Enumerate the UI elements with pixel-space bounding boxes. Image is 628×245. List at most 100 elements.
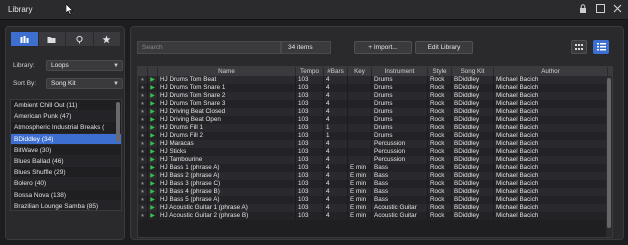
favorite-star-icon[interactable]: ★ bbox=[138, 196, 148, 204]
play-icon[interactable]: ▶ bbox=[148, 172, 158, 180]
favorite-star-icon[interactable]: ★ bbox=[138, 148, 148, 156]
song-kit-item[interactable]: Ambient Chill Out (11) bbox=[11, 100, 121, 112]
column-header[interactable]: Author bbox=[494, 67, 608, 76]
play-icon[interactable]: ▶ bbox=[148, 180, 158, 188]
favorite-star-icon[interactable]: ★ bbox=[138, 100, 148, 108]
play-icon[interactable]: ▶ bbox=[148, 100, 158, 108]
song-kit-item[interactable]: Blues Shuffle (29) bbox=[11, 167, 121, 179]
play-icon[interactable]: ▶ bbox=[148, 212, 158, 220]
favorite-star-icon[interactable]: ★ bbox=[138, 116, 148, 124]
table-scrollbar[interactable] bbox=[606, 76, 612, 237]
song-kit-item[interactable]: Blues Ballad (46) bbox=[11, 155, 121, 168]
lock-icon[interactable] bbox=[577, 4, 589, 16]
favorite-star-icon[interactable]: ★ bbox=[138, 156, 148, 164]
play-icon[interactable]: ▶ bbox=[148, 156, 158, 164]
favorite-star-icon[interactable]: ★ bbox=[138, 212, 148, 220]
song-kit-item[interactable]: Brazilian Lounge Samba (85) bbox=[11, 200, 121, 210]
play-icon[interactable]: ▶ bbox=[148, 108, 158, 116]
play-icon[interactable]: ▶ bbox=[148, 196, 158, 204]
favorite-star-icon[interactable]: ★ bbox=[138, 132, 148, 140]
table-row[interactable]: ★ ▶ HJ Bass 5 (phrase A) 103 4 E min Bass Rock B… bbox=[138, 196, 612, 204]
sort-select[interactable]: Song Kit ▼ bbox=[46, 78, 123, 89]
play-icon[interactable]: ▶ bbox=[148, 140, 158, 148]
table-row[interactable]: ★ ▶ HJ Sticks 103 4 Percussion Rock BDiddley Mic… bbox=[138, 148, 612, 156]
play-icon[interactable]: ▶ bbox=[148, 204, 158, 212]
cell-key bbox=[348, 140, 372, 148]
column-header[interactable] bbox=[138, 67, 148, 76]
edit-library-button[interactable]: Edit Library bbox=[415, 41, 473, 54]
favorite-star-icon[interactable]: ★ bbox=[138, 140, 148, 148]
tab-loops[interactable] bbox=[11, 32, 39, 46]
column-header[interactable] bbox=[148, 67, 158, 76]
play-icon[interactable]: ▶ bbox=[148, 84, 158, 92]
tab-favorites[interactable] bbox=[93, 32, 121, 46]
table-row[interactable]: ★ ▶ HJ Acoustic Guitar 1 (phrase A) 103 4 E m… bbox=[138, 204, 612, 212]
play-icon[interactable]: ▶ bbox=[148, 164, 158, 172]
table-row[interactable]: ★ ▶ HJ Driving Beat Closed 103 4 Drums Rock BDi… bbox=[138, 108, 612, 116]
column-header[interactable]: Key bbox=[348, 67, 372, 76]
column-header[interactable]: Tempo bbox=[296, 67, 324, 76]
play-icon[interactable]: ▶ bbox=[148, 124, 158, 132]
search-input[interactable]: Search bbox=[137, 41, 281, 54]
favorite-star-icon[interactable]: ★ bbox=[138, 92, 148, 100]
table-row[interactable]: ★ ▶ HJ Bass 2 (phrase A) 103 4 E min Bass Rock B… bbox=[138, 172, 612, 180]
song-kit-item[interactable]: Bolero (40) bbox=[11, 178, 121, 190]
favorite-star-icon[interactable]: ★ bbox=[138, 84, 148, 92]
cell-bars: 1 bbox=[324, 132, 348, 140]
song-kit-item[interactable]: BitWave (30) bbox=[11, 145, 121, 156]
table-row[interactable]: ★ ▶ HJ Driving Beat Open 103 4 Drums Rock BDidd… bbox=[138, 116, 612, 124]
table-row[interactable]: ★ ▶ HJ Bass 3 (phrase C) 103 4 E min Bass Rock B… bbox=[138, 180, 612, 188]
favorite-star-icon[interactable]: ★ bbox=[138, 180, 148, 188]
song-kit-item[interactable]: BDiddley (34) bbox=[11, 133, 121, 145]
play-icon[interactable]: ▶ bbox=[148, 132, 158, 140]
tab-instruments[interactable] bbox=[66, 32, 94, 46]
library-select[interactable]: Loops ▼ bbox=[46, 60, 123, 71]
table-row[interactable]: ★ ▶ HJ Drums Tom Snare 3 103 4 Drums Rock BDidd… bbox=[138, 100, 612, 108]
list-view-button[interactable] bbox=[593, 40, 609, 54]
favorite-star-icon[interactable]: ★ bbox=[138, 172, 148, 180]
song-kit-item[interactable]: Bossa Nova (138) bbox=[11, 190, 121, 201]
table-row[interactable]: ★ ▶ HJ Acoustic Guitar 2 (phrase B) 103 4 E m… bbox=[138, 212, 612, 220]
column-header[interactable]: Style bbox=[428, 67, 452, 76]
favorite-star-icon[interactable]: ★ bbox=[138, 204, 148, 212]
table-row[interactable]: ★ ▶ HJ Drums Fill 1 103 1 Drums Rock BDiddley Mi… bbox=[138, 124, 612, 132]
table-row[interactable]: ★ ▶ HJ Tambourine 103 4 Percussion Rock BDiddle… bbox=[138, 156, 612, 164]
song-kit-item[interactable]: Atmospheric Industrial Breaks ( bbox=[11, 122, 121, 134]
kit-list-scrollbar[interactable] bbox=[116, 102, 120, 142]
song-kit-list: Ambient Chill Out (11) American Punk (47)… bbox=[10, 99, 122, 211]
column-header[interactable]: Song Kit bbox=[452, 67, 494, 76]
table-row[interactable]: ★ ▶ HJ Bass 1 (phrase A) 103 4 E min Bass Rock B… bbox=[138, 164, 612, 172]
column-header[interactable]: #Bars bbox=[324, 67, 348, 76]
table-row[interactable]: ★ ▶ HJ Maracas 103 4 Percussion Rock BDiddley Mi… bbox=[138, 140, 612, 148]
table-row[interactable]: ★ ▶ HJ Bass 4 (phrase B) 103 4 E min Bass Rock B… bbox=[138, 188, 612, 196]
maximize-icon[interactable] bbox=[594, 4, 606, 16]
play-icon[interactable]: ▶ bbox=[148, 76, 158, 84]
cell-bars: 4 bbox=[324, 108, 348, 116]
cell-bars: 4 bbox=[324, 148, 348, 156]
play-icon[interactable]: ▶ bbox=[148, 116, 158, 124]
table-row[interactable]: ★ ▶ HJ Drums Tom Snare 1 103 4 Drums Rock BDidd… bbox=[138, 84, 612, 92]
column-header[interactable]: Instrument bbox=[372, 67, 428, 76]
cell-tempo: 103 bbox=[296, 100, 324, 108]
song-kit-item[interactable]: American Punk (47) bbox=[11, 111, 121, 123]
play-icon[interactable]: ▶ bbox=[148, 148, 158, 156]
favorite-star-icon[interactable]: ★ bbox=[138, 76, 148, 84]
grid-view-button[interactable] bbox=[571, 40, 587, 54]
table-row[interactable]: ★ ▶ HJ Drums Tom Beat 103 4 Drums Rock BDiddley… bbox=[138, 76, 612, 84]
table-row[interactable]: ★ ▶ HJ Drums Fill 2 103 1 Drums Rock BDiddley Mi… bbox=[138, 132, 612, 140]
cell-bars: 4 bbox=[324, 76, 348, 84]
favorite-star-icon[interactable]: ★ bbox=[138, 164, 148, 172]
play-icon[interactable]: ▶ bbox=[148, 92, 158, 100]
cell-loop-name: HJ Drums Fill 1 bbox=[158, 124, 296, 132]
table-row[interactable]: ★ ▶ HJ Drums Tom Snare 2 103 4 Drums Rock BDidd… bbox=[138, 92, 612, 100]
tab-folders[interactable] bbox=[38, 32, 66, 46]
column-header[interactable]: Name bbox=[158, 67, 296, 76]
favorite-star-icon[interactable]: ★ bbox=[138, 124, 148, 132]
play-icon[interactable]: ▶ bbox=[148, 188, 158, 196]
cell-song-kit: BDiddley bbox=[452, 84, 494, 92]
import-button[interactable]: + Import... bbox=[354, 41, 412, 54]
favorite-star-icon[interactable]: ★ bbox=[138, 108, 148, 116]
favorite-star-icon[interactable]: ★ bbox=[138, 188, 148, 196]
cell-bars: 4 bbox=[324, 188, 348, 196]
close-icon[interactable] bbox=[611, 4, 623, 16]
